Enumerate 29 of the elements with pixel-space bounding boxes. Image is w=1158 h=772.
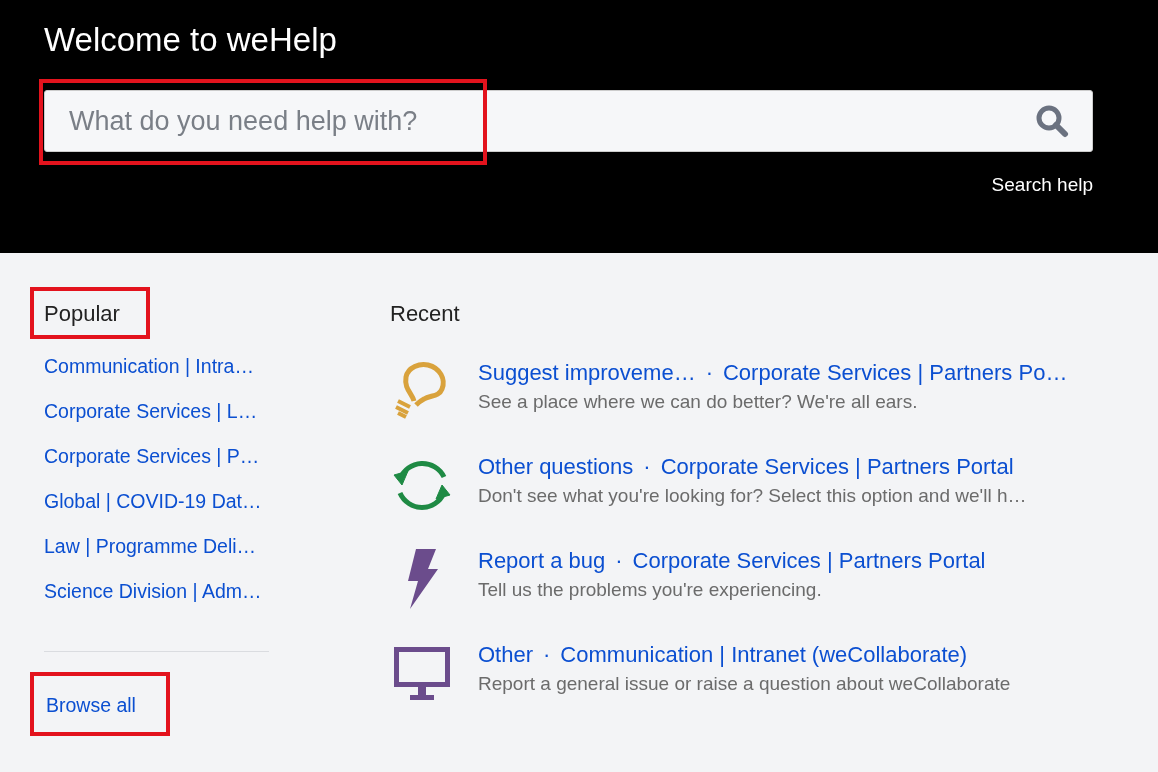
- portal-link[interactable]: Corporate Services | Partners Po…: [723, 359, 1068, 387]
- item-description: Report a general issue or raise a question about weCollaborate: [478, 673, 1011, 695]
- popular-link[interactable]: Science Division | Adm…: [44, 578, 262, 604]
- popular-link[interactable]: Law | Programme Deli…: [44, 533, 257, 559]
- section-heading: Recent: [390, 300, 461, 328]
- request-type-link[interactable]: Report a bug: [478, 547, 606, 575]
- popular-link[interactable]: Communication | Intra…: [44, 353, 254, 379]
- section-heading: Popular: [44, 300, 120, 328]
- search-help-link[interactable]: Search help: [991, 174, 1093, 196]
- browse-all-link[interactable]: Browse all: [46, 694, 136, 716]
- separator-dot: ·: [705, 359, 713, 387]
- item-description: Tell us the problems you're experiencing.: [478, 579, 823, 601]
- request-type-link[interactable]: Other: [478, 641, 534, 669]
- portal-link[interactable]: Corporate Services | Partners Portal: [632, 547, 986, 575]
- popular-link[interactable]: Corporate Services | P…: [44, 443, 260, 469]
- separator-dot: ·: [615, 547, 623, 575]
- portal-link[interactable]: Corporate Services | Partners Portal: [660, 453, 1014, 481]
- item-description: Don't see what you're looking for? Select this option and we'll h…: [478, 485, 1027, 507]
- separator-dot: ·: [643, 453, 651, 481]
- popular-link[interactable]: Corporate Services | L…: [44, 398, 258, 424]
- request-type-link[interactable]: Suggest improveme…: [478, 359, 696, 387]
- separator-dot: ·: [543, 641, 551, 669]
- page-title: Welcome to weHelp: [44, 20, 338, 60]
- item-description: See a place where we can do better? We're all ears.: [478, 391, 919, 413]
- search-field[interactable]: What do you need help with?: [44, 90, 1093, 152]
- popular-link[interactable]: Global | COVID-19 Dat…: [44, 488, 262, 514]
- search-icon[interactable]: [1035, 104, 1069, 138]
- request-type-link[interactable]: Other questions: [478, 453, 634, 481]
- portal-link[interactable]: Communication | Intranet (weCollaborate): [560, 641, 968, 669]
